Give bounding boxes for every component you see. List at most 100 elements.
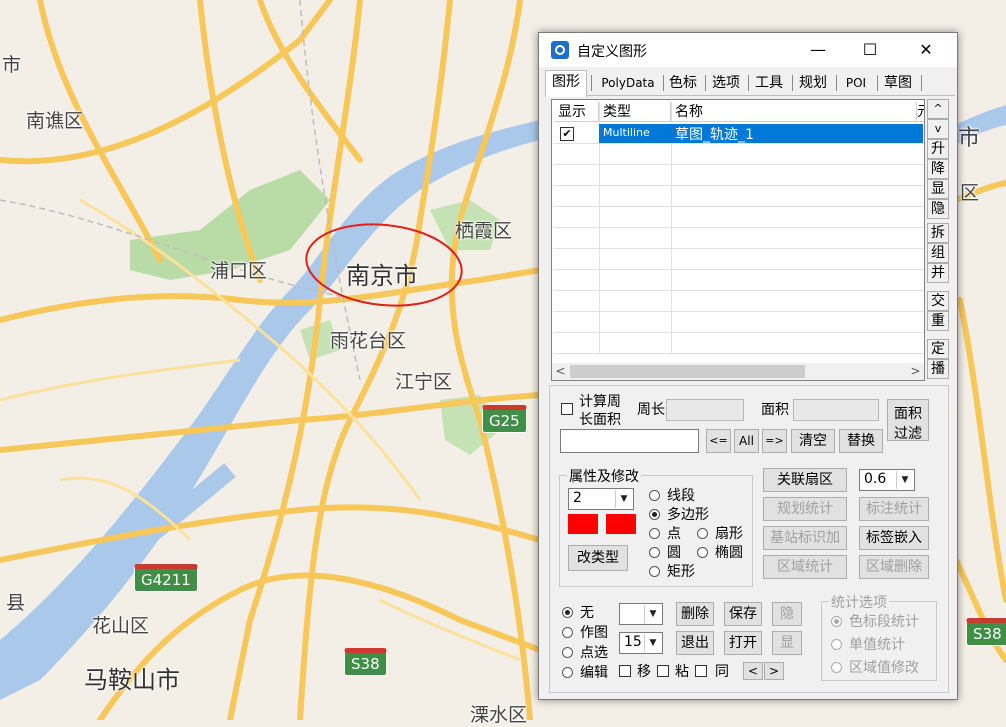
intersect-button[interactable]: 交 [927,291,949,311]
raise-button[interactable]: 升 [927,139,949,159]
tab-shape[interactable]: 图形 [545,70,587,97]
show-button[interactable]: 显 [927,179,949,199]
line-width-select[interactable]: 2 ▼ [568,488,634,510]
mode-none-radio[interactable] [562,607,573,618]
tab-tools[interactable]: 工具 [752,72,786,94]
type-ellipse-radio[interactable] [697,547,708,558]
row-visible-checkbox[interactable]: ✔ [560,127,574,141]
calc-label-line2: 长面积 [579,412,621,428]
map-label: 栖霞区 [455,220,513,242]
tab-polydata[interactable]: PolyData [595,72,661,94]
lower-button[interactable]: 降 [927,159,949,179]
tab-bar: 图形 PolyData 色标 选项 工具 规划 POI 草图 [545,70,955,97]
area-filter-button[interactable]: 面积 过滤 [887,399,929,442]
column-header-name[interactable]: 名称 [671,102,917,122]
area-stats-button[interactable]: 区域统计 [763,555,847,579]
size-select[interactable]: 15 ▼ [619,632,663,654]
locate-button[interactable]: 定 [927,339,949,359]
stats-area-radio[interactable] [831,662,842,673]
window-title: 自定义图形 [577,44,647,60]
type-rect-radio[interactable] [649,566,660,577]
move-left-button[interactable]: <= [706,429,731,453]
group-button[interactable]: 组 [927,243,949,263]
type-polygon-radio[interactable] [649,509,660,520]
hide-shape-button[interactable]: 隐 [772,602,802,626]
same-checkbox[interactable] [695,665,707,677]
hide-button[interactable]: 隐 [927,199,949,219]
mode-draw-label: 作图 [580,625,608,641]
column-header-type[interactable]: 类型 [599,102,671,122]
mode-none-label: 无 [580,605,594,621]
show-shape-button[interactable]: 显 [772,631,802,655]
horizontal-scrollbar[interactable]: < > [552,363,924,380]
tab-options[interactable]: 选项 [709,72,743,94]
tab-poi[interactable]: POI [841,72,871,94]
replace-button[interactable]: 替换 [839,429,883,453]
scroll-right-arrow[interactable]: > [907,363,924,380]
tab-planning[interactable]: 规划 [796,72,830,94]
move-right-button[interactable]: => [762,429,787,453]
type-polygon-label: 多边形 [667,507,709,523]
change-type-button[interactable]: 改类型 [568,545,628,571]
play-button[interactable]: 播 [927,359,949,379]
split-button[interactable]: 拆 [927,223,949,243]
app-icon [551,41,569,59]
map-label: 区 [960,182,980,204]
next-button[interactable]: > [764,662,784,680]
paste-checkbox[interactable] [657,665,669,677]
stats-colorscale-radio[interactable] [831,616,842,627]
save-button[interactable]: 保存 [724,602,762,626]
line-color-swatch[interactable] [568,514,598,534]
scroll-thumb[interactable] [570,365,805,378]
prev-button[interactable]: < [743,662,763,680]
type-point-radio[interactable] [649,528,660,539]
embed-label-button[interactable]: 标签嵌入 [859,526,929,550]
calc-perimeter-checkbox[interactable] [561,403,573,415]
move-down-button[interactable]: v [927,119,949,139]
maximize-button[interactable]: ☐ [847,33,893,67]
selected-row-highlight[interactable]: Multiline 草图_轨迹_1 [599,124,923,143]
type-circle-radio[interactable] [649,547,660,558]
type-segment-radio[interactable] [649,490,660,501]
properties-group-title: 属性及修改 [567,466,641,486]
label-stats-button[interactable]: 标注统计 [859,497,929,521]
exit-button[interactable]: 退出 [676,631,714,655]
map-label: 浦口区 [210,260,268,282]
minimize-button[interactable]: — [795,33,841,67]
highway-shield: S38 [344,648,387,676]
mode-pick-radio[interactable] [562,647,573,658]
highway-shield: G25 [482,405,527,433]
mode-draw-radio[interactable] [562,627,573,638]
column-header-extra[interactable]: 元 [917,102,924,122]
type-point-label: 点 [667,526,681,542]
open-button[interactable]: 打开 [724,631,762,655]
type-sector-radio[interactable] [697,528,708,539]
fill-color-swatch[interactable] [606,514,636,534]
delete-button[interactable]: 删除 [676,602,714,626]
base-station-button[interactable]: 基站标识加 [763,526,847,550]
tab-sketch[interactable]: 草图 [881,72,915,94]
move-up-button[interactable]: ^ [927,99,949,119]
filter-input[interactable] [560,429,699,453]
all-button[interactable]: All [734,429,759,453]
shape-list[interactable]: 显示 类型 名称 元 ✔ Multiline 草图_轨迹_1 < > [551,99,925,381]
mode-edit-radio[interactable] [562,667,573,678]
title-bar[interactable]: 自定义图形 — ☐ ✕ [539,33,957,67]
plan-stats-button[interactable]: 规划统计 [763,497,847,521]
move-checkbox[interactable] [619,665,631,677]
sector-link-button[interactable]: 关联扇区 [763,468,847,492]
clear-button[interactable]: 清空 [791,429,835,453]
map-label: 花山区 [92,615,150,637]
opacity-select[interactable]: 0.6 ▼ [859,469,915,491]
close-button[interactable]: ✕ [903,33,949,67]
scroll-left-arrow[interactable]: < [552,363,569,380]
shape-select[interactable]: ▼ [619,603,663,625]
chevron-down-icon: ▼ [896,471,913,489]
area-delete-button[interactable]: 区域删除 [859,555,929,579]
row-type: Multiline [603,126,650,139]
merge-button[interactable]: 并 [927,263,949,283]
overlap-button[interactable]: 重 [927,311,949,331]
tab-colorscale[interactable]: 色标 [666,72,700,94]
column-header-show[interactable]: 显示 [554,102,599,122]
stats-single-radio[interactable] [831,639,842,650]
